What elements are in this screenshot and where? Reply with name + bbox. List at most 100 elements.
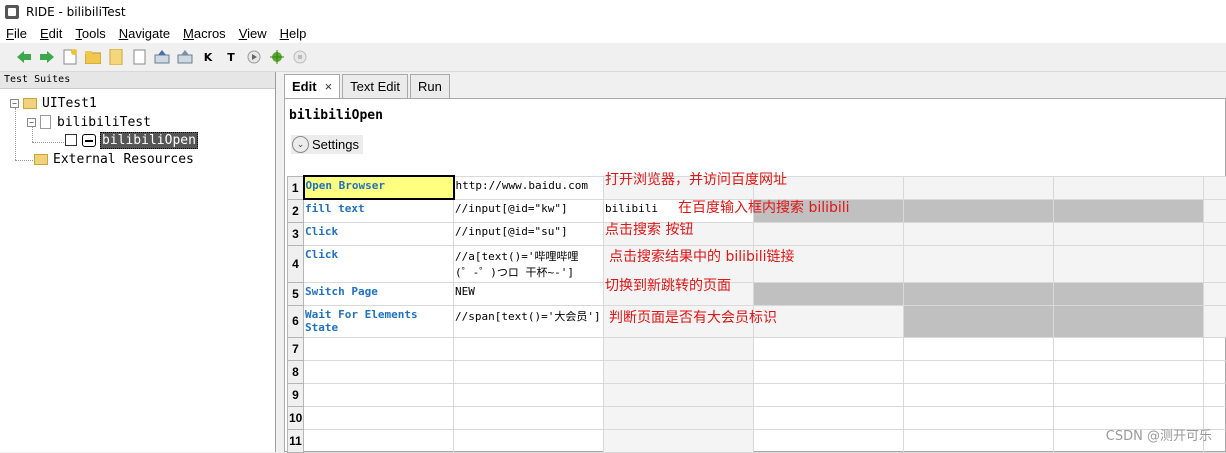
argument-cell[interactable]: http://www.baidu.com <box>454 176 604 199</box>
run-icon[interactable] <box>246 49 262 65</box>
argument-cell[interactable] <box>904 383 1054 406</box>
debug-bug-icon[interactable] <box>269 49 285 65</box>
argument-cell[interactable] <box>904 176 1054 199</box>
new-project-icon[interactable] <box>62 49 78 65</box>
argument-cell[interactable] <box>604 406 754 429</box>
keyword-cell[interactable]: fill text <box>304 199 454 222</box>
tree-item-testcase[interactable]: bilibiliOpen <box>65 131 198 149</box>
row-number[interactable]: 9 <box>288 383 304 406</box>
argument-cell[interactable] <box>754 383 904 406</box>
menu-navigate[interactable]: Navigate <box>119 26 170 41</box>
argument-cell[interactable] <box>1054 245 1204 282</box>
argument-cell[interactable] <box>904 222 1054 245</box>
new-file-icon[interactable] <box>131 49 147 65</box>
settings-toggle[interactable]: ⌄ Settings <box>291 135 363 154</box>
row-number[interactable]: 10 <box>288 406 304 429</box>
argument-cell[interactable] <box>754 222 904 245</box>
argument-cell[interactable] <box>904 282 1054 305</box>
argument-cell[interactable] <box>1054 360 1204 383</box>
argument-cell[interactable] <box>754 337 904 360</box>
row-number[interactable]: 1 <box>288 176 304 199</box>
menu-macros[interactable]: Macros <box>183 26 226 41</box>
argument-cell[interactable]: //input[@id="kw"] <box>454 199 604 222</box>
argument-cell[interactable] <box>904 199 1054 222</box>
tab-run[interactable]: Run <box>410 74 450 98</box>
keyword-cell[interactable]: Switch Page <box>304 282 454 305</box>
tab-text-edit[interactable]: Text Edit <box>342 74 408 98</box>
search-tests-icon[interactable]: T <box>223 49 239 65</box>
argument-cell[interactable]: //input[@id="su"] <box>454 222 604 245</box>
tree-item-external-resources[interactable]: External Resources <box>34 150 194 168</box>
tree-item-project[interactable]: − UITest1 <box>10 94 97 112</box>
menu-edit[interactable]: Edit <box>40 26 62 41</box>
close-icon[interactable]: × <box>325 79 333 99</box>
argument-cell[interactable] <box>1054 222 1204 245</box>
tab-edit[interactable]: Edit × <box>284 74 340 99</box>
row-number[interactable]: 5 <box>288 282 304 305</box>
search-keywords-icon[interactable]: K <box>200 49 216 65</box>
argument-cell[interactable]: NEW <box>454 282 604 305</box>
argument-cell[interactable] <box>604 337 754 360</box>
argument-cell[interactable]: //span[text()='大会员'] <box>454 305 604 337</box>
argument-cell[interactable] <box>604 360 754 383</box>
argument-cell[interactable] <box>1204 222 1226 245</box>
argument-cell[interactable] <box>1204 305 1226 337</box>
tree-item-suite[interactable]: − bilibiliTest <box>27 113 151 131</box>
open-folder-icon[interactable] <box>85 49 101 65</box>
argument-cell[interactable] <box>754 406 904 429</box>
argument-cell[interactable] <box>1204 176 1226 199</box>
back-arrow-icon[interactable] <box>16 49 32 65</box>
argument-cell[interactable] <box>1204 383 1226 406</box>
ride-app-icon[interactable] <box>5 5 19 19</box>
argument-cell[interactable] <box>1204 360 1226 383</box>
row-number[interactable]: 11 <box>288 429 304 452</box>
argument-cell[interactable] <box>754 282 904 305</box>
argument-cell[interactable] <box>1204 245 1226 282</box>
menu-file[interactable]: File <box>6 26 27 41</box>
argument-cell[interactable] <box>1054 176 1204 199</box>
argument-cell[interactable] <box>904 360 1054 383</box>
keyword-cell[interactable]: Click <box>304 222 454 245</box>
menu-tools[interactable]: Tools <box>75 26 105 41</box>
argument-cell[interactable] <box>1054 337 1204 360</box>
argument-cell[interactable] <box>904 337 1054 360</box>
argument-cell[interactable] <box>1054 383 1204 406</box>
argument-cell[interactable] <box>1204 337 1226 360</box>
save-icon[interactable] <box>154 49 170 65</box>
argument-cell[interactable] <box>904 406 1054 429</box>
keyword-cell[interactable] <box>304 383 454 406</box>
argument-cell[interactable] <box>754 360 904 383</box>
keyword-cell[interactable]: Wait For Elements State <box>304 305 454 337</box>
argument-cell[interactable] <box>454 406 604 429</box>
row-number[interactable]: 6 <box>288 305 304 337</box>
argument-cell[interactable] <box>454 360 604 383</box>
row-number[interactable]: 2 <box>288 199 304 222</box>
keyword-cell[interactable] <box>304 429 454 452</box>
keyword-cell[interactable]: Open Browser <box>304 176 454 199</box>
argument-cell[interactable] <box>604 429 754 452</box>
menu-help[interactable]: Help <box>280 26 307 41</box>
collapse-icon[interactable]: − <box>27 118 36 127</box>
stop-icon[interactable] <box>292 49 308 65</box>
row-number[interactable]: 7 <box>288 337 304 360</box>
argument-cell[interactable] <box>1054 199 1204 222</box>
argument-cell[interactable] <box>454 383 604 406</box>
argument-cell[interactable] <box>904 305 1054 337</box>
open-directory-icon[interactable] <box>108 49 124 65</box>
argument-cell[interactable] <box>904 429 1054 452</box>
argument-cell[interactable] <box>604 383 754 406</box>
keyword-cell[interactable] <box>304 337 454 360</box>
row-number[interactable]: 3 <box>288 222 304 245</box>
argument-cell[interactable] <box>1204 282 1226 305</box>
argument-cell[interactable] <box>1054 282 1204 305</box>
argument-cell[interactable] <box>904 245 1054 282</box>
argument-cell[interactable]: //a[text()='哔哩哔哩 (゜-゜)つロ 干杯~-'] <box>454 245 604 282</box>
menu-view[interactable]: View <box>239 26 267 41</box>
collapse-icon[interactable]: − <box>10 99 19 108</box>
argument-cell[interactable] <box>1054 305 1204 337</box>
keyword-cell[interactable] <box>304 406 454 429</box>
save-all-icon[interactable] <box>177 49 193 65</box>
argument-cell[interactable] <box>754 429 904 452</box>
keyword-cell[interactable] <box>304 360 454 383</box>
row-number[interactable]: 8 <box>288 360 304 383</box>
